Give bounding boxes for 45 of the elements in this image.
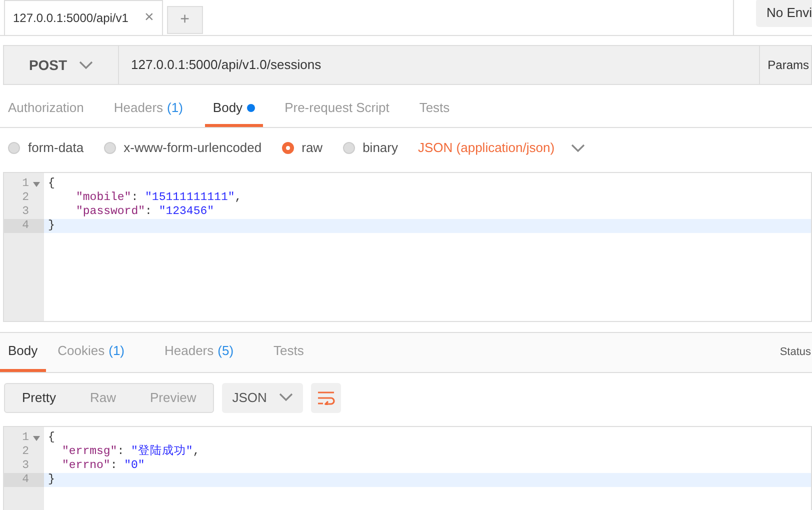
line-number: 1 — [22, 431, 29, 445]
tab-title: 127.0.0.1:5000/api/v1 — [13, 10, 128, 27]
line-number: 4 — [22, 219, 29, 233]
response-section-tab[interactable]: Cookies (1) — [50, 333, 132, 372]
code-line: "password": "123456" — [75, 205, 216, 219]
line-number: 3 — [22, 205, 29, 219]
line-number: 4 — [22, 473, 29, 487]
line-number: 3 — [22, 459, 29, 473]
request-section-tab[interactable]: Body — [204, 92, 263, 127]
radio-button[interactable] — [282, 142, 294, 154]
radio-label[interactable]: x-www-form-urlencoded — [124, 138, 262, 158]
code-line: { — [47, 431, 56, 445]
code-line: "errmsg": "登陆成功", — [61, 445, 201, 459]
status-dot — [246, 104, 255, 112]
close-icon[interactable]: × — [144, 10, 154, 26]
format-dropdown[interactable]: JSON — [222, 382, 303, 412]
wrap-lines-button[interactable] — [310, 382, 341, 412]
wrap-lines-icon[interactable] — [316, 390, 335, 404]
code-line: "mobile": "15111111111", — [75, 191, 243, 205]
radio-button[interactable] — [342, 142, 355, 154]
code-line: "errno": "0" — [61, 459, 146, 473]
request-tab[interactable]: 127.0.0.1:5000/api/v1 × — [4, 0, 163, 35]
caret-icon — [278, 393, 293, 402]
fold-arrow-icon[interactable] — [33, 436, 40, 440]
status-label: Status — [780, 345, 811, 360]
code-line: { — [47, 177, 56, 191]
environment-dropdown[interactable]: No Envi — [756, 0, 812, 26]
response-section-tab[interactable]: Headers (5) — [156, 333, 242, 372]
radio-label[interactable]: raw — [302, 138, 323, 158]
line-number: 2 — [22, 191, 29, 205]
request-section-tab[interactable]: Headers (1) — [106, 92, 191, 127]
radio-button[interactable] — [8, 142, 20, 154]
radio-label[interactable]: binary — [362, 138, 398, 158]
line-number: 2 — [22, 445, 29, 459]
line-number: 1 — [22, 177, 29, 191]
method-dropdown[interactable]: POST — [4, 46, 119, 84]
response-section-tab[interactable]: Body — [0, 333, 46, 372]
url-field[interactable]: 127.0.0.1:5000/api/v1.0/sessions — [119, 55, 759, 75]
params-button[interactable]: Params — [758, 46, 811, 84]
radio-button[interactable] — [104, 142, 116, 154]
caret-icon — [79, 60, 94, 70]
caret-icon — [570, 144, 585, 152]
fold-arrow-icon[interactable] — [33, 182, 40, 186]
radio-label[interactable]: form-data — [28, 138, 84, 158]
view-mode-button[interactable]: Pretty — [5, 384, 73, 412]
